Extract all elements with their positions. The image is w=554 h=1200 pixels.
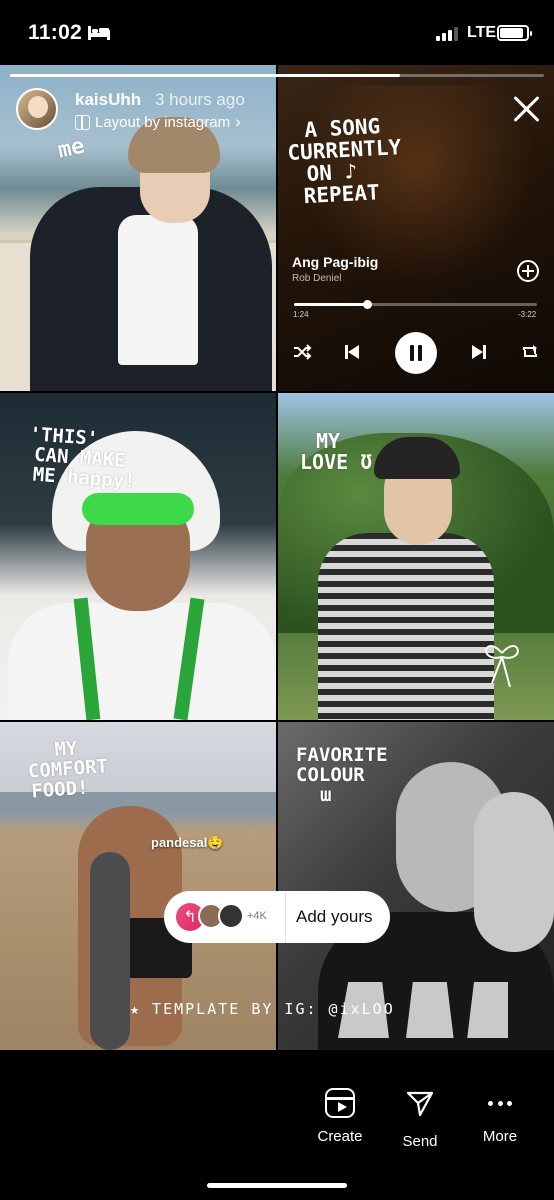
layout-icon xyxy=(75,114,90,130)
bed-icon xyxy=(88,26,110,40)
story-timestamp: 3 hours ago xyxy=(155,90,245,109)
more-icon xyxy=(485,1088,515,1118)
send-button[interactable]: Send xyxy=(385,1088,455,1150)
add-yours-button[interactable]: Add yours xyxy=(296,907,373,927)
bow-doodle-icon xyxy=(485,645,519,688)
story-photo-happy: 'THIS' CAN MAKE ME happy! xyxy=(0,393,276,720)
repeat-icon[interactable] xyxy=(520,340,540,364)
doodle-happy: 'THIS' CAN MAKE ME happy! xyxy=(26,423,139,493)
participant-avatar xyxy=(218,903,244,929)
song-artist: Rob Deniel xyxy=(292,273,342,284)
doodle-love: MY LOVE ʊ xyxy=(300,431,372,473)
username[interactable]: kaisUhh xyxy=(75,90,141,110)
create-button[interactable]: Create xyxy=(305,1088,375,1145)
doodle-food: MY COMFORT FOOD! xyxy=(26,737,110,802)
previous-icon[interactable] xyxy=(343,340,361,364)
avatar[interactable] xyxy=(16,88,58,130)
person-arm xyxy=(474,792,554,952)
pandesal-sticker: pandesal🤤 xyxy=(151,835,224,850)
song-progress-fill xyxy=(294,303,367,306)
doodle-line: LOVE ʊ xyxy=(300,450,373,474)
story-photo-love: MY LOVE ʊ xyxy=(278,393,554,720)
create-icon xyxy=(325,1088,355,1118)
doodle-line: ME happy! xyxy=(32,463,137,493)
person-shirt xyxy=(118,215,198,365)
signal-icon xyxy=(436,27,462,41)
layout-credit-label: Layout by instagram xyxy=(95,113,231,131)
battery-icon xyxy=(497,25,532,41)
doodle-line: ɯ xyxy=(320,783,332,806)
add-yours-count: +4K xyxy=(247,910,267,922)
template-credit: ★ TEMPLATE BY IG: @ixLOO xyxy=(130,1000,395,1018)
divider xyxy=(285,891,286,943)
send-icon xyxy=(406,1091,434,1117)
song-remaining: -3:22 xyxy=(518,310,537,319)
song-scrubber[interactable] xyxy=(294,300,537,309)
close-icon[interactable] xyxy=(512,94,542,124)
add-song-button[interactable] xyxy=(517,260,539,282)
more-label: More xyxy=(482,1128,518,1145)
song-elapsed: 1:24 xyxy=(293,310,309,319)
more-button[interactable]: More xyxy=(465,1088,535,1145)
send-label: Send xyxy=(402,1133,438,1150)
story-progress-fill xyxy=(10,74,400,77)
layout-credit-link[interactable]: Layout by instagram › xyxy=(75,112,241,132)
chevron-right-icon: › xyxy=(235,112,241,131)
doodle-me: me xyxy=(55,133,87,164)
pause-icon[interactable] xyxy=(395,332,437,374)
next-icon[interactable] xyxy=(470,340,488,364)
doodle-song: A SONG CURRENTLY ON ♪ REPEAT xyxy=(286,114,404,208)
doodle-line: COLOUR xyxy=(296,763,365,786)
doodle-colour: FAVORITE COLOUR ɯ xyxy=(296,744,388,806)
status-bar: 11:02 LTE xyxy=(0,0,554,64)
song-title[interactable]: Ang Pag-ibig xyxy=(292,254,378,270)
person-tee xyxy=(8,603,276,720)
doodle-line: FAVORITE xyxy=(296,744,388,766)
doodle-line: MY xyxy=(316,429,341,453)
striped-shirt xyxy=(318,533,494,720)
status-time: 11:02 xyxy=(28,21,83,44)
create-label: Create xyxy=(317,1128,363,1145)
green-glasses xyxy=(82,493,194,525)
home-indicator[interactable] xyxy=(207,1183,347,1188)
story-progress-bar xyxy=(10,74,544,77)
scrubber-knob[interactable] xyxy=(362,300,372,309)
surfboard xyxy=(90,852,130,1050)
network-type: LTE xyxy=(467,24,497,41)
shuffle-icon[interactable] xyxy=(292,340,312,364)
